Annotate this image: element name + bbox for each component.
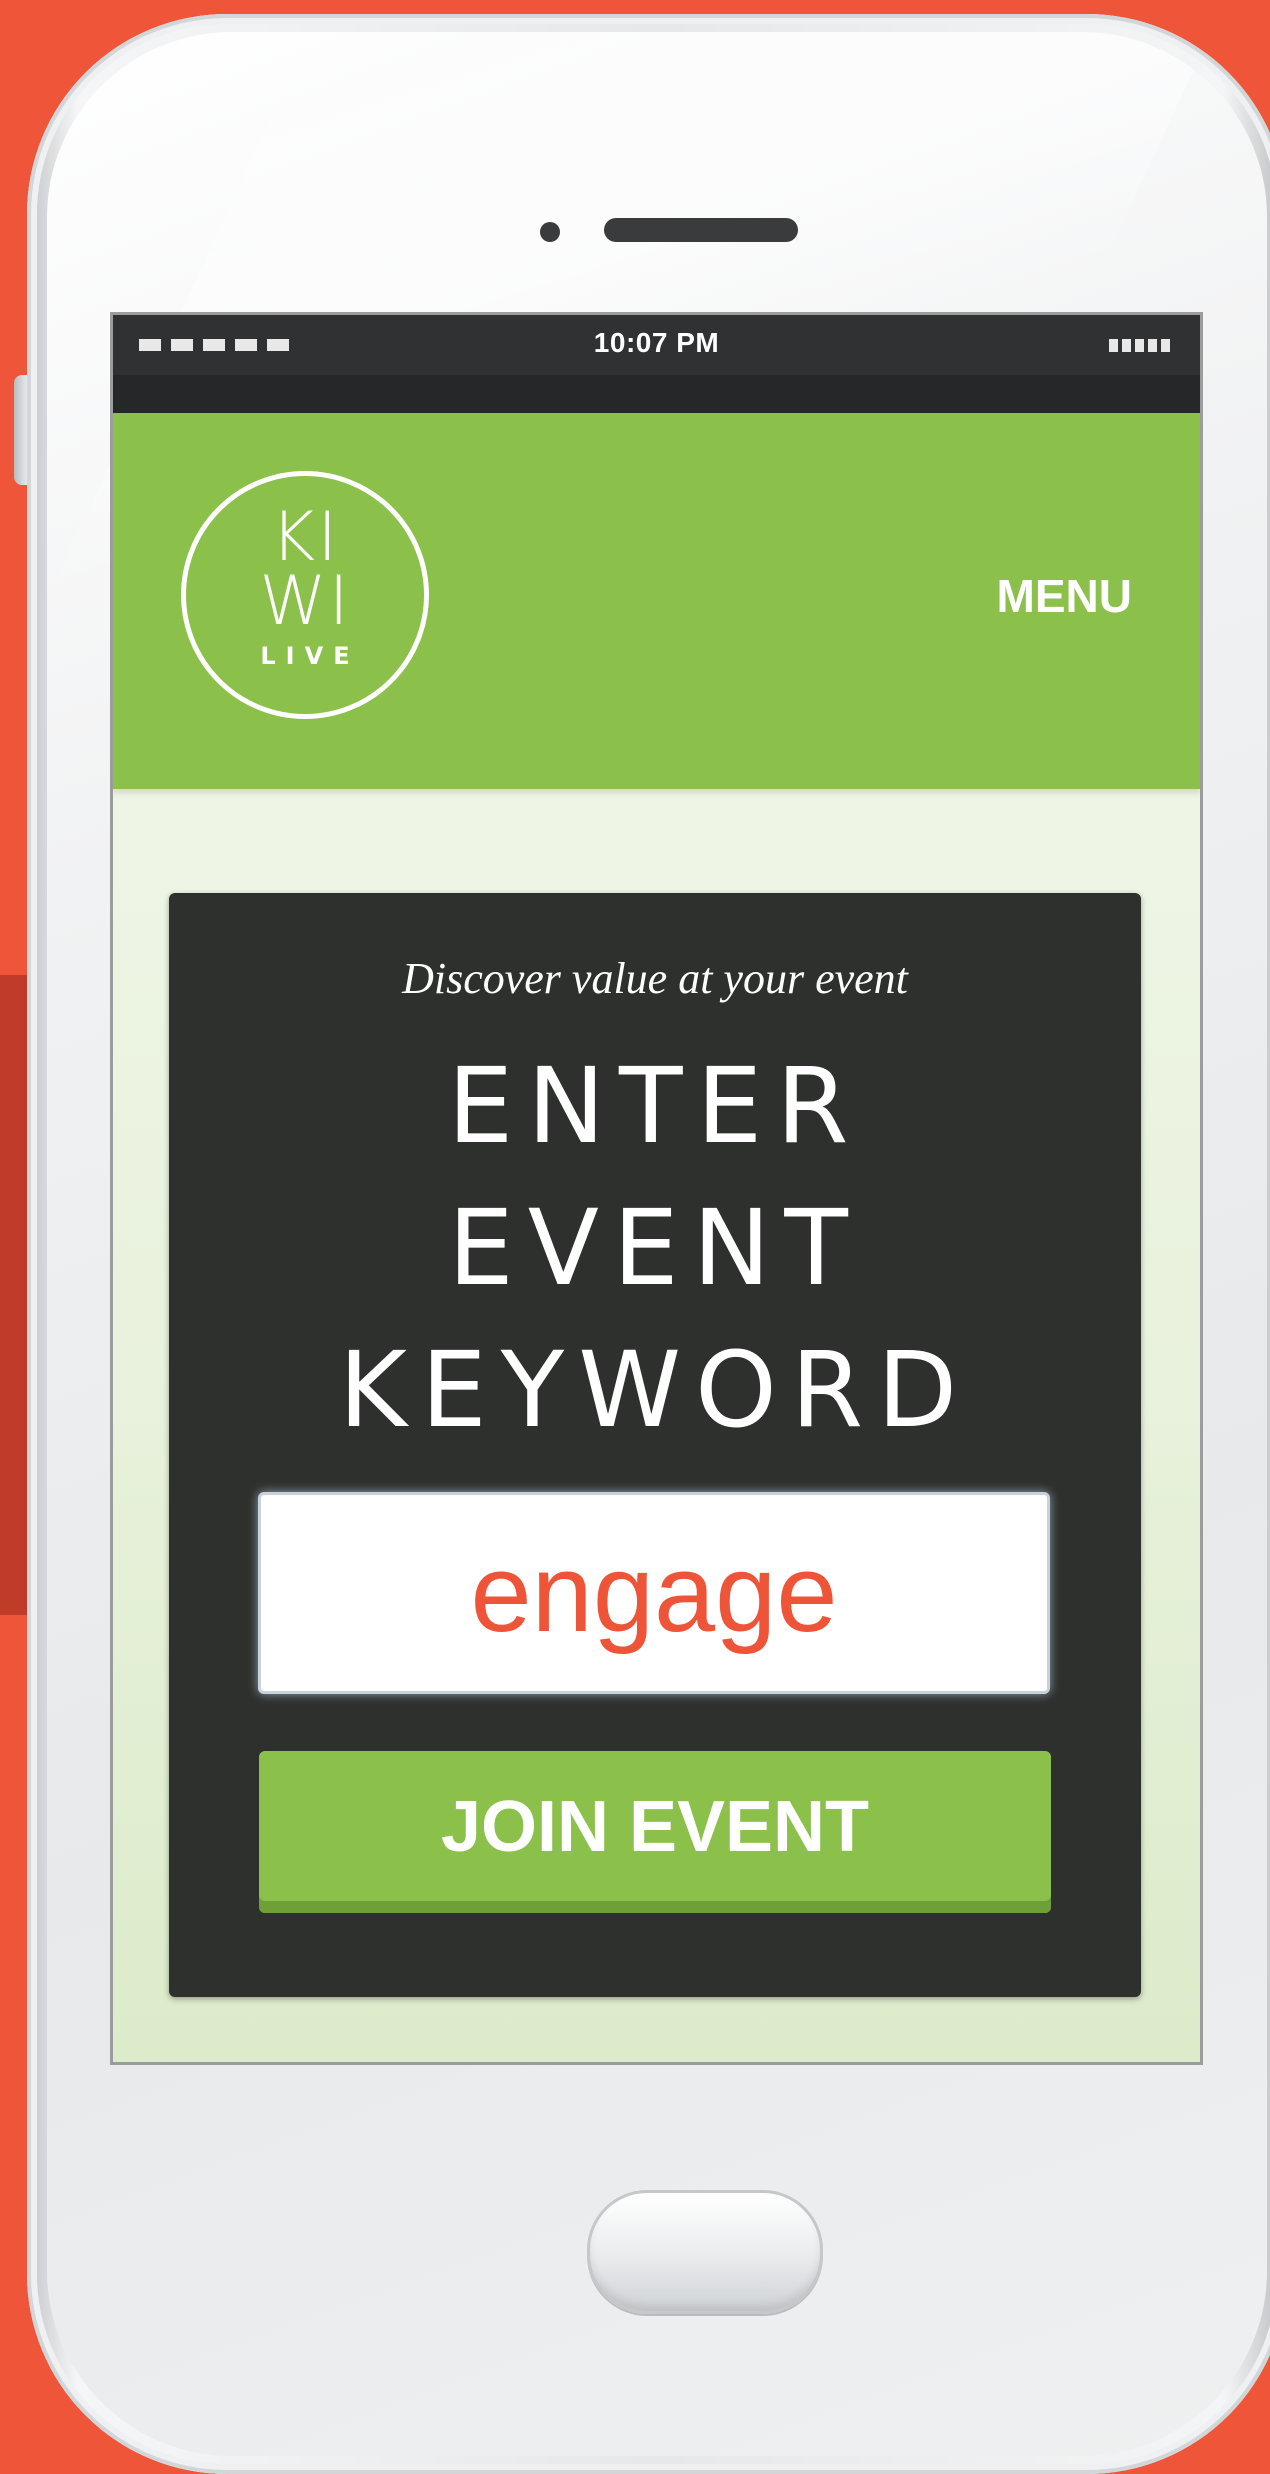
join-event-button[interactable]: JOIN EVENT — [259, 1751, 1051, 1913]
status-bar: 10:07 PM — [113, 315, 1200, 375]
join-event-card: Discover value at your event ENTER EVENT… — [169, 893, 1141, 1997]
headline-line-3: KEYWORD — [338, 1329, 972, 1451]
logo-line-3: LIVE — [260, 642, 360, 670]
tagline: Discover value at your event — [402, 954, 908, 1003]
menu-button[interactable]: MENU — [997, 569, 1132, 623]
logo-line-1: KI — [270, 498, 340, 577]
logo-line-2: WI — [259, 562, 351, 641]
home-button — [587, 2190, 823, 2314]
front-camera — [540, 222, 560, 242]
headline-line-1: ENTER — [447, 1045, 863, 1167]
phone-screen: 10:07 PM KI WI LIVE MENU Discover value … — [110, 312, 1203, 2065]
status-time: 10:07 PM — [593, 327, 720, 358]
app-header: KI WI LIVE MENU — [113, 413, 1200, 789]
event-keyword-input[interactable] — [261, 1495, 1047, 1691]
nav-strip — [113, 375, 1200, 413]
earpiece-speaker — [604, 218, 798, 242]
kiwi-live-logo[interactable]: KI WI LIVE — [181, 471, 429, 719]
headline: ENTER EVENT KEYWORD — [169, 1035, 1141, 1461]
battery-icon — [1109, 339, 1170, 352]
headline-line-2: EVENT — [448, 1187, 862, 1309]
